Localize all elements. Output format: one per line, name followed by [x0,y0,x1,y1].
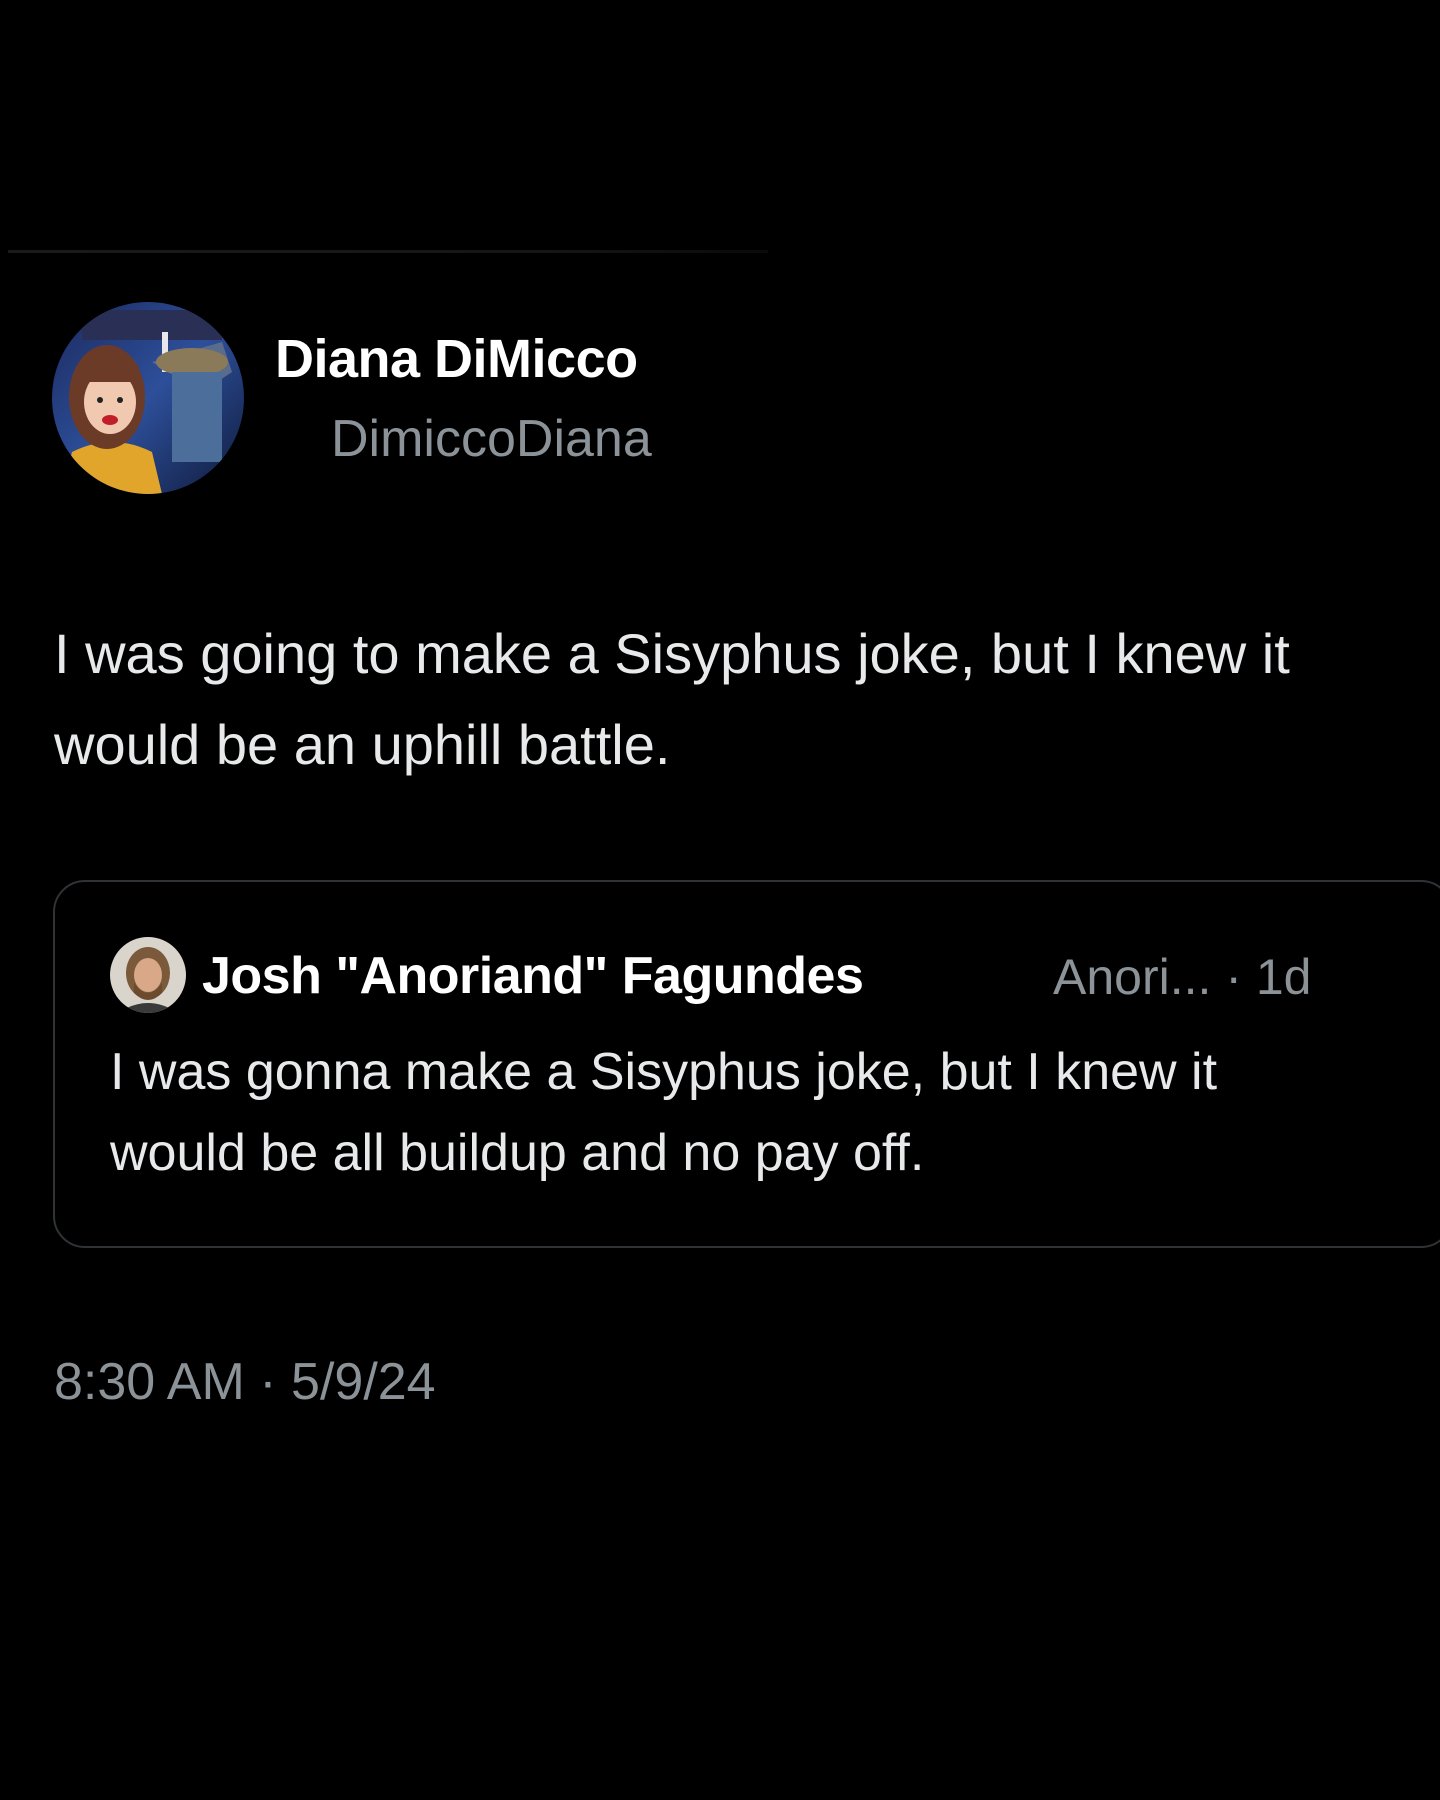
quoted-tweet-text: I was gonna make a Sisyphus joke, but I … [110,1043,1218,1182]
user-avatar-icon [110,937,186,1013]
tweet-text: I was going to make a Sisyphus joke, but… [54,622,1290,776]
tweet-timestamp[interactable]: 8:30 AM · 5/9/24 [54,1352,436,1412]
tweet-author: Diana DiMicco DimiccoDiana [52,302,952,498]
quoted-author-handle[interactable]: Anori... [1053,949,1211,1005]
author-display-name[interactable]: Diana DiMicco [275,328,638,390]
author-handle[interactable]: DimiccoDiana [331,409,652,469]
quoted-tweet-age[interactable]: 1d [1256,949,1312,1005]
timestamp-date: 5/9/24 [291,1353,436,1411]
top-divider [8,250,768,253]
quoted-tweet-meta: Anori... · 1d [1053,948,1312,1006]
timestamp-separator: · [259,1353,277,1411]
author-avatar[interactable] [52,302,244,494]
user-avatar-icon [52,302,244,494]
quoted-tweet-card[interactable]: Josh "Anoriand" Fagundes Anori... · 1d I… [53,880,1440,1248]
quoted-author-display-name[interactable]: Josh "Anoriand" Fagundes [202,946,864,1006]
timestamp-time: 8:30 AM [54,1353,245,1411]
quoted-author-avatar[interactable] [110,937,186,1013]
meta-separator: · [1225,949,1242,1005]
